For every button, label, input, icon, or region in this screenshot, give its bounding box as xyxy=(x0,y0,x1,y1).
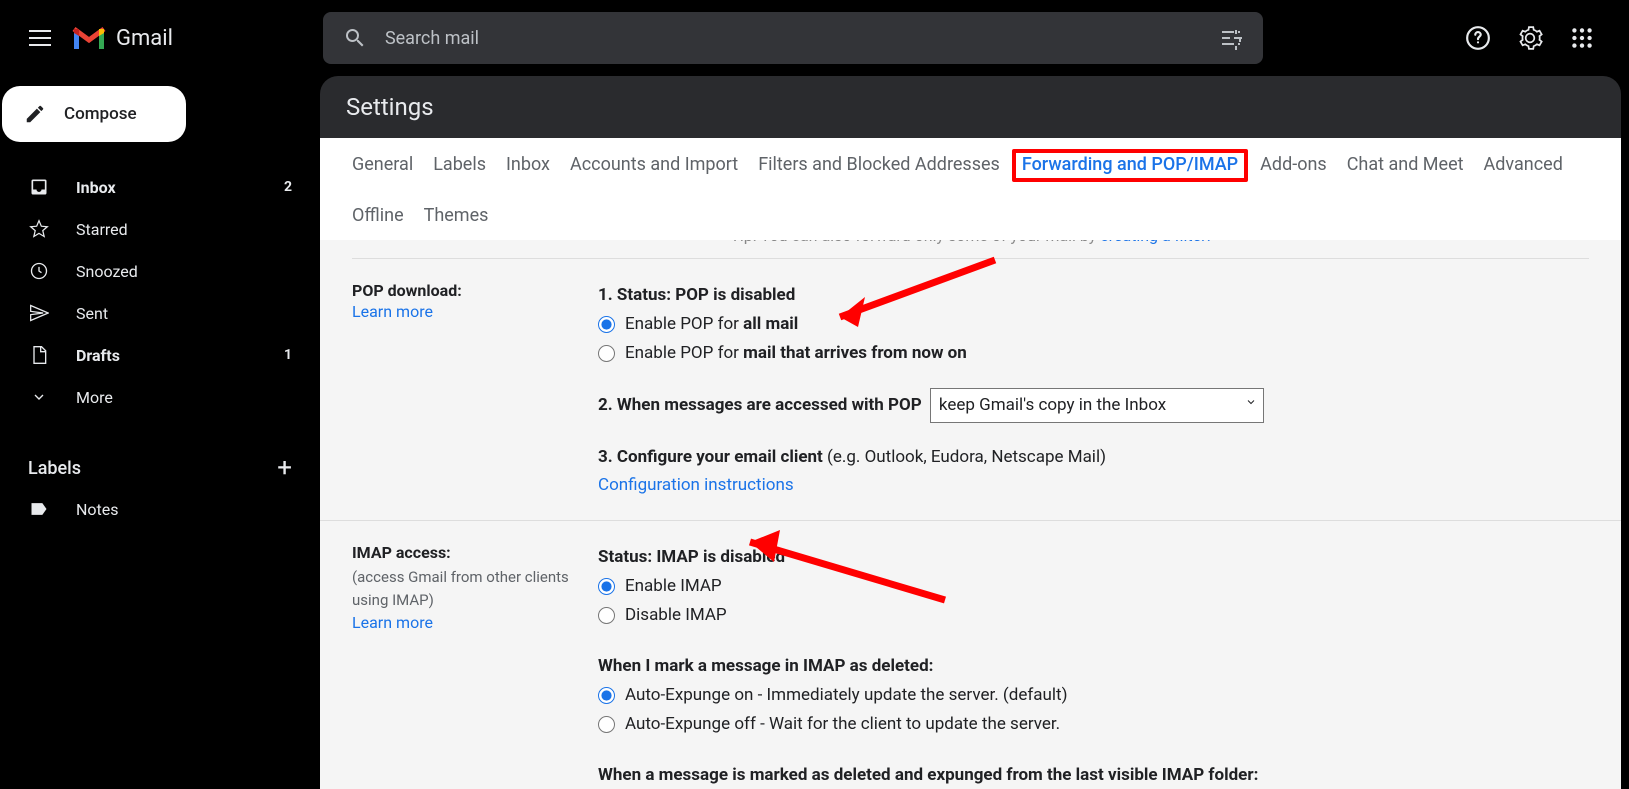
pop-enable-all-radio[interactable]: Enable POP for all mail xyxy=(598,310,1589,339)
tab-forwarding-and-pop-imap[interactable]: Forwarding and POP/IMAP xyxy=(1020,154,1240,175)
sidebar-item-starred[interactable]: Starred xyxy=(10,208,310,250)
compose-label: Compose xyxy=(64,104,137,124)
sidebar-item-sent[interactable]: Sent xyxy=(10,292,310,334)
imap-section: IMAP access: (access Gmail from other cl… xyxy=(320,521,1621,789)
compose-button[interactable]: Compose xyxy=(2,86,186,142)
tab-general[interactable]: General xyxy=(352,154,413,175)
imap-title: IMAP access: xyxy=(352,543,598,562)
sidebar-item-snoozed[interactable]: Snoozed xyxy=(10,250,310,292)
tab-filters-and-blocked-addresses[interactable]: Filters and Blocked Addresses xyxy=(758,154,1000,175)
tab-chat-and-meet[interactable]: Chat and Meet xyxy=(1347,154,1464,175)
tab-add-ons[interactable]: Add-ons xyxy=(1260,154,1327,175)
clock-icon xyxy=(28,260,50,282)
pop-title: POP download: xyxy=(352,281,598,300)
star-icon xyxy=(28,218,50,240)
settings-content: Tip: You can also forward only some of y… xyxy=(320,240,1621,789)
tab-inbox[interactable]: Inbox xyxy=(506,154,550,175)
imap-status: Status: IMAP is disabled xyxy=(598,547,785,567)
pencil-icon xyxy=(24,103,46,125)
chevron-down-icon xyxy=(1245,396,1257,408)
send-icon xyxy=(28,302,50,324)
expunge-off-radio[interactable]: Auto-Expunge off - Wait for the client t… xyxy=(598,710,1589,739)
labels-header: Labels xyxy=(28,458,81,479)
imap-enable-radio[interactable]: Enable IMAP xyxy=(598,572,1589,601)
pop-config-link[interactable]: Configuration instructions xyxy=(598,475,794,495)
menu-icon[interactable] xyxy=(16,14,64,62)
imap-subtitle: (access Gmail from other clients using I… xyxy=(352,566,598,611)
settings-title: Settings xyxy=(320,76,1621,138)
add-label-icon[interactable]: + xyxy=(277,453,292,483)
pop-enable-new-radio[interactable]: Enable POP for mail that arrives from no… xyxy=(598,339,1589,368)
imap-disable-radio[interactable]: Disable IMAP xyxy=(598,601,1589,630)
tab-offline[interactable]: Offline xyxy=(352,205,404,226)
sidebar-item-notes[interactable]: Notes xyxy=(10,488,310,530)
tab-labels[interactable]: Labels xyxy=(433,154,486,175)
pop-action-select[interactable]: keep Gmail's copy in the Inbox xyxy=(930,388,1264,423)
chevron-down-icon xyxy=(28,386,50,408)
pop-when-accessed: 2. When messages are accessed with POP xyxy=(598,395,922,415)
creating-filter-link[interactable]: creating a filter! xyxy=(1100,240,1210,245)
inbox-icon xyxy=(28,176,50,198)
tip-line: Tip: You can also forward only some of y… xyxy=(352,240,1589,259)
sidebar-item-more[interactable]: More xyxy=(10,376,310,418)
sidebar: Compose Inbox 2 Starred Snoozed Sent Dra… xyxy=(0,76,320,789)
sidebar-item-drafts[interactable]: Drafts 1 xyxy=(10,334,310,376)
label-icon xyxy=(28,498,50,520)
file-icon xyxy=(28,344,50,366)
app-name: Gmail xyxy=(116,26,173,51)
apps-icon[interactable] xyxy=(1569,25,1595,51)
tab-accounts-and-import[interactable]: Accounts and Import xyxy=(570,154,738,175)
search-input[interactable] xyxy=(385,28,1219,49)
tab-advanced[interactable]: Advanced xyxy=(1484,154,1563,175)
imap-mark-expunged: When a message is marked as deleted and … xyxy=(598,765,1258,785)
imap-mark-deleted: When I mark a message in IMAP as deleted… xyxy=(598,656,933,676)
expunge-on-radio[interactable]: Auto-Expunge on - Immediately update the… xyxy=(598,681,1589,710)
settings-icon[interactable] xyxy=(1517,25,1543,51)
pop-section: POP download: Learn more 1. Status: POP … xyxy=(320,259,1621,521)
tab-themes[interactable]: Themes xyxy=(424,205,489,226)
help-icon[interactable] xyxy=(1465,25,1491,51)
settings-tabs: General Labels Inbox Accounts and Import Fil… xyxy=(320,138,1621,240)
imap-learn-more-link[interactable]: Learn more xyxy=(352,613,433,632)
search-options-icon[interactable] xyxy=(1219,26,1243,50)
gmail-logo[interactable]: Gmail xyxy=(72,25,173,51)
search-bar[interactable] xyxy=(323,12,1263,64)
pop-learn-more-link[interactable]: Learn more xyxy=(352,302,433,321)
search-icon[interactable] xyxy=(343,26,385,50)
gmail-m-icon xyxy=(72,25,106,51)
sidebar-item-inbox[interactable]: Inbox 2 xyxy=(10,166,310,208)
pop-status: 1. Status: POP is disabled xyxy=(598,285,795,305)
